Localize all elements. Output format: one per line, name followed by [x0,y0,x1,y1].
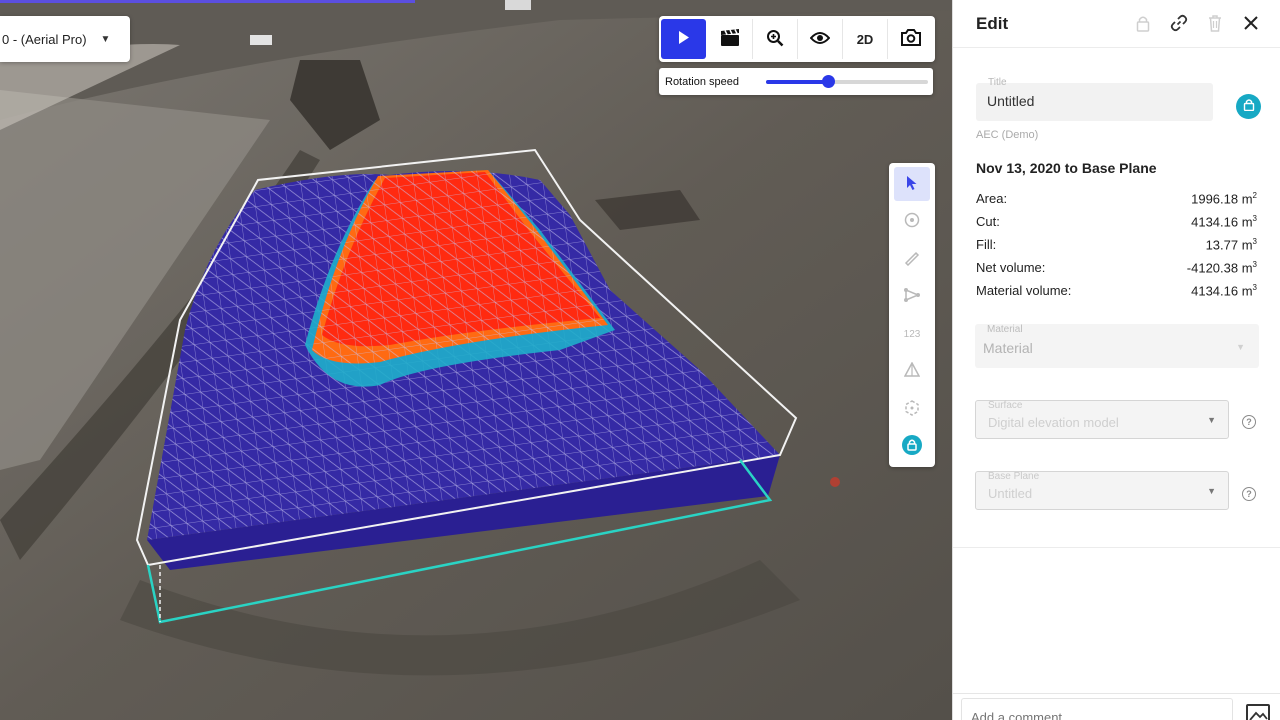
title-field-value: Untitled [987,93,1035,109]
3d-viewport[interactable]: 0 - (Aerial Pro) ▼ 2D Rotation speed 123 [0,0,952,720]
comment-bar [953,693,1280,720]
rotation-speed-slider[interactable] [766,74,928,88]
comparison-range-title: Nov 13, 2020 to Base Plane [976,160,1157,176]
stat-value: 4134.16 m3 [1191,214,1257,230]
stat-row-net-volume: Net volume: -4120.38 m3 [976,260,1257,283]
title-lock-button[interactable] [1236,94,1261,119]
rotation-speed-knob[interactable] [821,74,835,88]
site-scene[interactable] [0,0,952,720]
stat-value: 13.77 m3 [1205,237,1257,253]
volume-tool-button[interactable] [894,355,930,389]
stat-label: Material volume: [976,283,1072,298]
count-tool-button[interactable]: 123 [894,317,930,351]
material-select-label: Material [987,324,1023,335]
base-plane-select[interactable]: Base Plane Untitled ▼ [975,471,1229,510]
stat-label: Net volume: [976,260,1046,275]
zoom-button[interactable] [753,19,798,59]
layer-select-label: 0 - (Aerial Pro) [2,31,87,47]
cube-icon [904,399,920,419]
lock-tool-button[interactable] [894,430,930,464]
project-name: AEC (Demo) [976,129,1039,141]
stat-label: Fill: [976,237,997,252]
close-icon[interactable] [1240,12,1262,34]
volume-cone-icon [903,361,921,381]
edit-panel: Edit Title Untitled AEC (Demo) Nov 13, 2… [952,0,1280,720]
ruler-icon [904,250,920,269]
view-mode-label: 2D [856,31,874,47]
stat-row-fill: Fill: 13.77 m3 [976,237,1257,260]
rotation-speed-label: Rotation speed [665,75,739,88]
animation-button[interactable] [708,19,753,59]
lock-icon [1243,98,1255,116]
comment-input[interactable] [961,698,1233,720]
caret-down-icon: ▼ [1236,342,1245,352]
image-icon[interactable] [1246,704,1270,720]
stat-row-cut: Cut: 4134.16 m3 [976,214,1257,237]
stat-value: 1996.18 m2 [1191,191,1257,207]
material-select[interactable]: Material Material ▼ [975,324,1259,368]
stat-label: Cut: [976,214,1000,229]
layer-select[interactable]: 0 - (Aerial Pro) ▼ [0,16,130,62]
screenshot-button[interactable] [888,19,933,59]
rotation-speed-fill [766,79,828,84]
visibility-button[interactable] [798,19,843,59]
play-icon [678,31,690,47]
clapperboard-icon [720,28,740,50]
location-pin-icon [904,212,920,231]
count-tool-label: 123 [903,328,921,340]
camera-icon [900,29,921,49]
caret-down-icon: ▼ [1207,415,1216,425]
eye-icon [809,31,831,48]
stat-row-area: Area: 1996.18 m2 [976,191,1257,214]
play-button[interactable] [661,19,706,59]
vehicle [250,35,272,45]
stat-label: Area: [976,191,1008,206]
view-toolbar: 2D [659,16,935,62]
title-field-label: Title [988,77,1007,88]
section-divider [953,547,1280,548]
surface-select-value: Digital elevation model [988,415,1119,430]
view-mode-2d-button[interactable]: 2D [843,19,888,59]
stat-value: -4120.38 m3 [1186,260,1257,276]
volume-stats: Area: 1996.18 m2 Cut: 4134.16 m3 Fill: 1… [976,191,1257,306]
loading-progress-bar [0,0,415,3]
material-select-value: Material [983,340,1033,356]
point-tool-button[interactable] [894,205,930,239]
surface-help-icon[interactable]: ? [1242,415,1256,429]
stat-value: 4134.16 m3 [1191,283,1257,299]
link-icon[interactable] [1168,12,1190,34]
rotation-speed-control: Rotation speed [659,68,933,95]
lock-icon[interactable] [1132,12,1154,34]
lock-icon [902,435,922,458]
marker-object [830,477,840,487]
caret-down-icon: ▼ [1207,486,1216,496]
surface-select[interactable]: Surface Digital elevation model ▼ [975,400,1229,439]
base-plane-select-label: Base Plane [988,471,1040,482]
polyline-icon [903,287,921,306]
base-plane-select-value: Untitled [988,486,1033,501]
object-tool-button[interactable] [894,392,930,426]
tool-palette: 123 [889,163,935,467]
surface-select-label: Surface [988,400,1023,411]
measure-tool-button[interactable] [894,242,930,276]
base-plane-help-icon[interactable]: ? [1242,487,1256,501]
select-tool-button[interactable] [894,167,930,201]
vehicle-2 [505,0,531,10]
trash-icon[interactable] [1204,12,1226,34]
cursor-icon [906,175,918,194]
zoom-in-icon [766,29,784,50]
stat-row-material-volume: Material volume: 4134.16 m3 [976,283,1257,306]
caret-down-icon: ▼ [100,33,111,45]
title-field[interactable]: Title Untitled [976,77,1213,121]
panel-header-actions [1132,12,1262,34]
panel-title: Edit [976,13,1009,33]
polyline-tool-button[interactable] [894,280,930,314]
